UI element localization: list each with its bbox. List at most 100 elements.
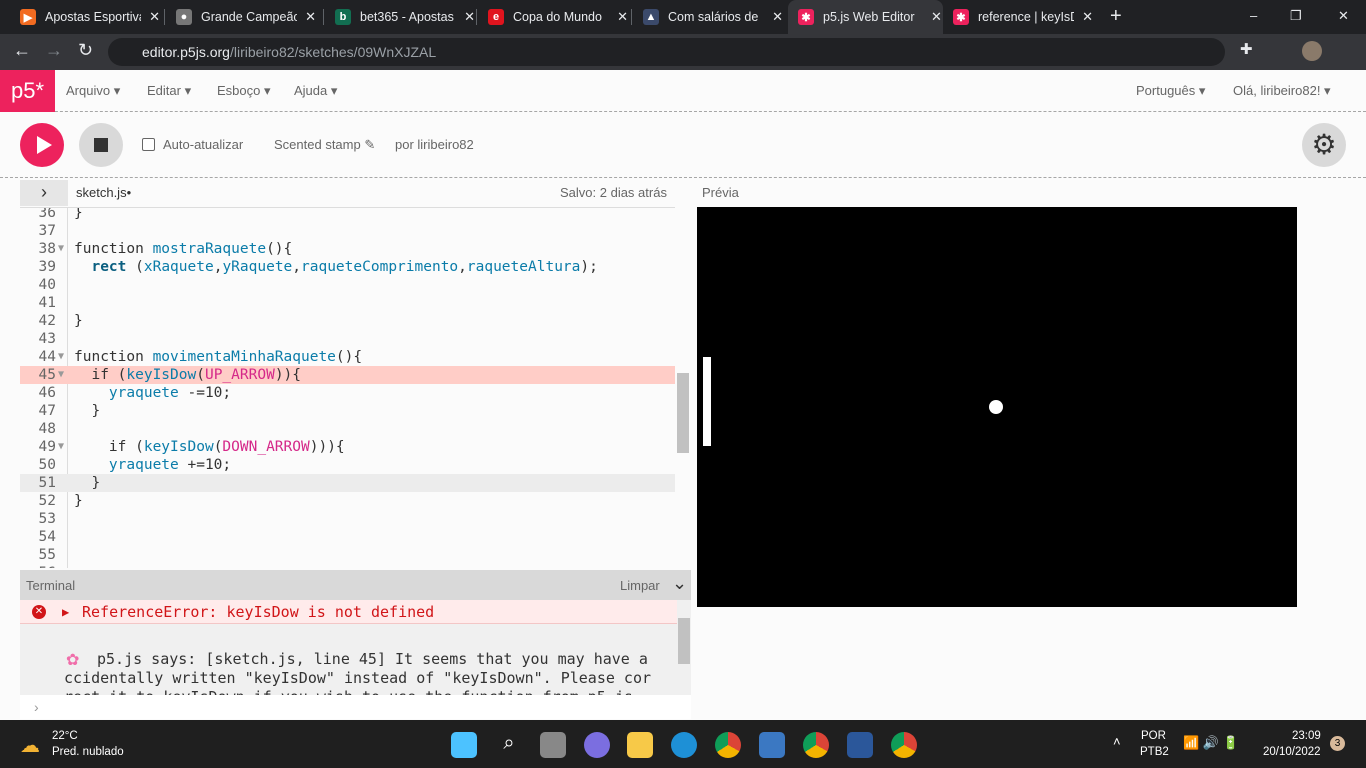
reload-icon[interactable]: ↻ — [78, 40, 93, 61]
code-line[interactable]: 41 — [20, 294, 676, 312]
edge-icon[interactable] — [671, 732, 697, 758]
tray-chevron-icon[interactable]: ˄ — [1113, 734, 1121, 749]
close-tab-icon[interactable]: ✕ — [1082, 9, 1093, 25]
temperature[interactable]: 22°C — [52, 730, 78, 742]
new-tab-button[interactable]: + — [1110, 5, 1122, 28]
browser-tab[interactable]: e Copa do Mundo ✕ — [478, 0, 628, 34]
code-line[interactable]: 55 — [20, 546, 676, 564]
line-number: 45 — [38, 367, 56, 383]
close-tab-icon[interactable]: ✕ — [931, 9, 942, 25]
menu-editar[interactable]: Editar ▾ — [147, 83, 191, 99]
close-tab-icon[interactable]: ✕ — [617, 9, 628, 25]
forward-icon[interactable]: → — [45, 40, 63, 61]
fold-arrow-icon[interactable]: ▼ — [58, 366, 64, 384]
browser-tab[interactable]: ✱ p5.js Web Editor ✕ — [788, 0, 943, 34]
notification-badge[interactable]: 3 — [1330, 736, 1345, 751]
start-icon[interactable] — [451, 732, 477, 758]
browser-tab[interactable]: b bet365 - Apostas ✕ — [325, 0, 475, 34]
code-line[interactable]: 37 — [20, 222, 676, 240]
menu-arquivo[interactable]: Arquivo ▾ — [66, 83, 120, 99]
code-line[interactable]: 49 ▼ if (keyIsDow(DOWN_ARROW))){ — [20, 438, 676, 456]
input-layout[interactable]: PTB2 — [1140, 746, 1169, 758]
back-icon[interactable]: ← — [13, 40, 31, 61]
file-explorer-icon[interactable] — [627, 732, 653, 758]
word-icon[interactable] — [847, 732, 873, 758]
code-line[interactable]: 38 ▼ function mostraRaquete(){ — [20, 240, 676, 258]
chrome-active-icon[interactable] — [891, 732, 917, 758]
weather-text[interactable]: Pred. nublado — [52, 746, 124, 758]
collapse-chevron-icon[interactable]: ⌄ — [672, 573, 687, 594]
code-line[interactable]: 52} — [20, 492, 676, 510]
auto-refresh-checkbox[interactable] — [142, 138, 155, 151]
p5-logo[interactable]: p5* — [0, 70, 55, 112]
line-number: 37 — [38, 223, 56, 239]
chrome-icon[interactable] — [715, 732, 741, 758]
clear-console-button[interactable]: Limpar — [620, 578, 660, 593]
code-line[interactable]: 50 yraquete +=10; — [20, 456, 676, 474]
editor-scrollbar[interactable] — [675, 207, 691, 568]
sketch-name[interactable]: Scented stamp ✎ — [274, 137, 375, 153]
code-line[interactable]: 44 ▼ function movimentaMinhaRaquete(){ — [20, 348, 676, 366]
fold-arrow-icon[interactable]: ▼ — [58, 240, 64, 258]
code-text: if (keyIsDow(DOWN_ARROW))){ — [74, 439, 345, 455]
expand-triangle-icon[interactable]: ▶ — [62, 600, 69, 624]
search-icon[interactable]: ⌕ — [496, 732, 522, 758]
url-input[interactable]: editor.p5js.org/liribeiro82/sketches/09W… — [108, 38, 1225, 66]
code-line[interactable]: 39 rect (xRaquete,yRaquete,raqueteCompri… — [20, 258, 676, 276]
code-line[interactable]: 48 — [20, 420, 676, 438]
play-button[interactable] — [20, 123, 64, 167]
stop-button[interactable] — [79, 123, 123, 167]
file-tab[interactable]: sketch.js• — [76, 185, 131, 200]
code-editor[interactable]: 36} 37 38 ▼ function mostraRaquete(){39 rect… — [20, 207, 691, 568]
extensions-icon[interactable]: ✚ — [1240, 40, 1253, 58]
maximize-icon[interactable]: ❐ — [1290, 8, 1302, 24]
code-line[interactable]: 47 } — [20, 402, 676, 420]
code-line[interactable]: 40 — [20, 276, 676, 294]
favicon-icon: ▲ — [643, 9, 659, 25]
wifi-volume-battery-icons[interactable]: 📶 🔊 🔋 — [1183, 735, 1239, 751]
code-line[interactable]: 46 yraquete -=10; — [20, 384, 676, 402]
close-tab-icon[interactable]: ✕ — [305, 9, 316, 25]
menu-esboco[interactable]: Esboço ▾ — [217, 83, 271, 99]
console-input[interactable]: › — [20, 695, 691, 719]
fold-arrow-icon[interactable]: ▼ — [58, 438, 64, 456]
code-line[interactable]: 45 ▼ if (keyIsDow(UP_ARROW)){ — [20, 366, 676, 384]
settings-gear-icon[interactable]: ⚙ — [1302, 123, 1346, 167]
menu-ajuda[interactable]: Ajuda ▾ — [294, 83, 337, 99]
browser-tab[interactable]: ✱ reference | keyIsD ✕ — [943, 0, 1093, 34]
chrome-profile-icon[interactable] — [803, 732, 829, 758]
expand-sidebar-button[interactable]: › — [20, 180, 68, 206]
code-line[interactable]: 56 — [20, 564, 676, 568]
browser-tab[interactable]: ▲ Com salários de ✕ — [633, 0, 783, 34]
minimize-icon[interactable]: – — [1250, 8, 1257, 23]
line-number: 54 — [38, 529, 56, 545]
code-line[interactable]: 54 — [20, 528, 676, 546]
task-view-icon[interactable] — [540, 732, 566, 758]
preview-canvas[interactable] — [697, 207, 1297, 607]
chat-icon[interactable] — [584, 732, 610, 758]
user-menu[interactable]: Olá, liribeiro82! ▾ — [1233, 83, 1331, 99]
code-line[interactable]: 36} — [20, 208, 676, 222]
code-line[interactable]: 53 — [20, 510, 676, 528]
input-language[interactable]: POR — [1141, 730, 1166, 742]
line-number: 39 — [38, 259, 56, 275]
code-line[interactable]: 51 } — [20, 474, 676, 492]
favicon-icon: b — [335, 9, 351, 25]
close-tab-icon[interactable]: ✕ — [772, 9, 783, 25]
console-scrollbar[interactable] — [677, 600, 691, 695]
code-line[interactable]: 43 — [20, 330, 676, 348]
close-tab-icon[interactable]: ✕ — [149, 9, 160, 25]
fold-arrow-icon[interactable]: ▼ — [58, 348, 64, 366]
code-text: if (keyIsDow(UP_ARROW)){ — [74, 367, 302, 383]
line-number: 40 — [38, 277, 56, 293]
close-window-icon[interactable]: ✕ — [1338, 8, 1349, 24]
close-tab-icon[interactable]: ✕ — [464, 9, 475, 25]
clock-time[interactable]: 23:09 — [1292, 730, 1321, 742]
python-idle-icon[interactable] — [759, 732, 785, 758]
profile-avatar[interactable] — [1302, 41, 1322, 61]
browser-tab[interactable]: ● Grande Campeão ✕ — [166, 0, 316, 34]
code-line[interactable]: 42} — [20, 312, 676, 330]
language-menu[interactable]: Português ▾ — [1136, 83, 1205, 99]
clock-date[interactable]: 20/10/2022 — [1263, 746, 1321, 758]
browser-tab[interactable]: ▶ Apostas Esportivas ✕ — [10, 0, 160, 34]
